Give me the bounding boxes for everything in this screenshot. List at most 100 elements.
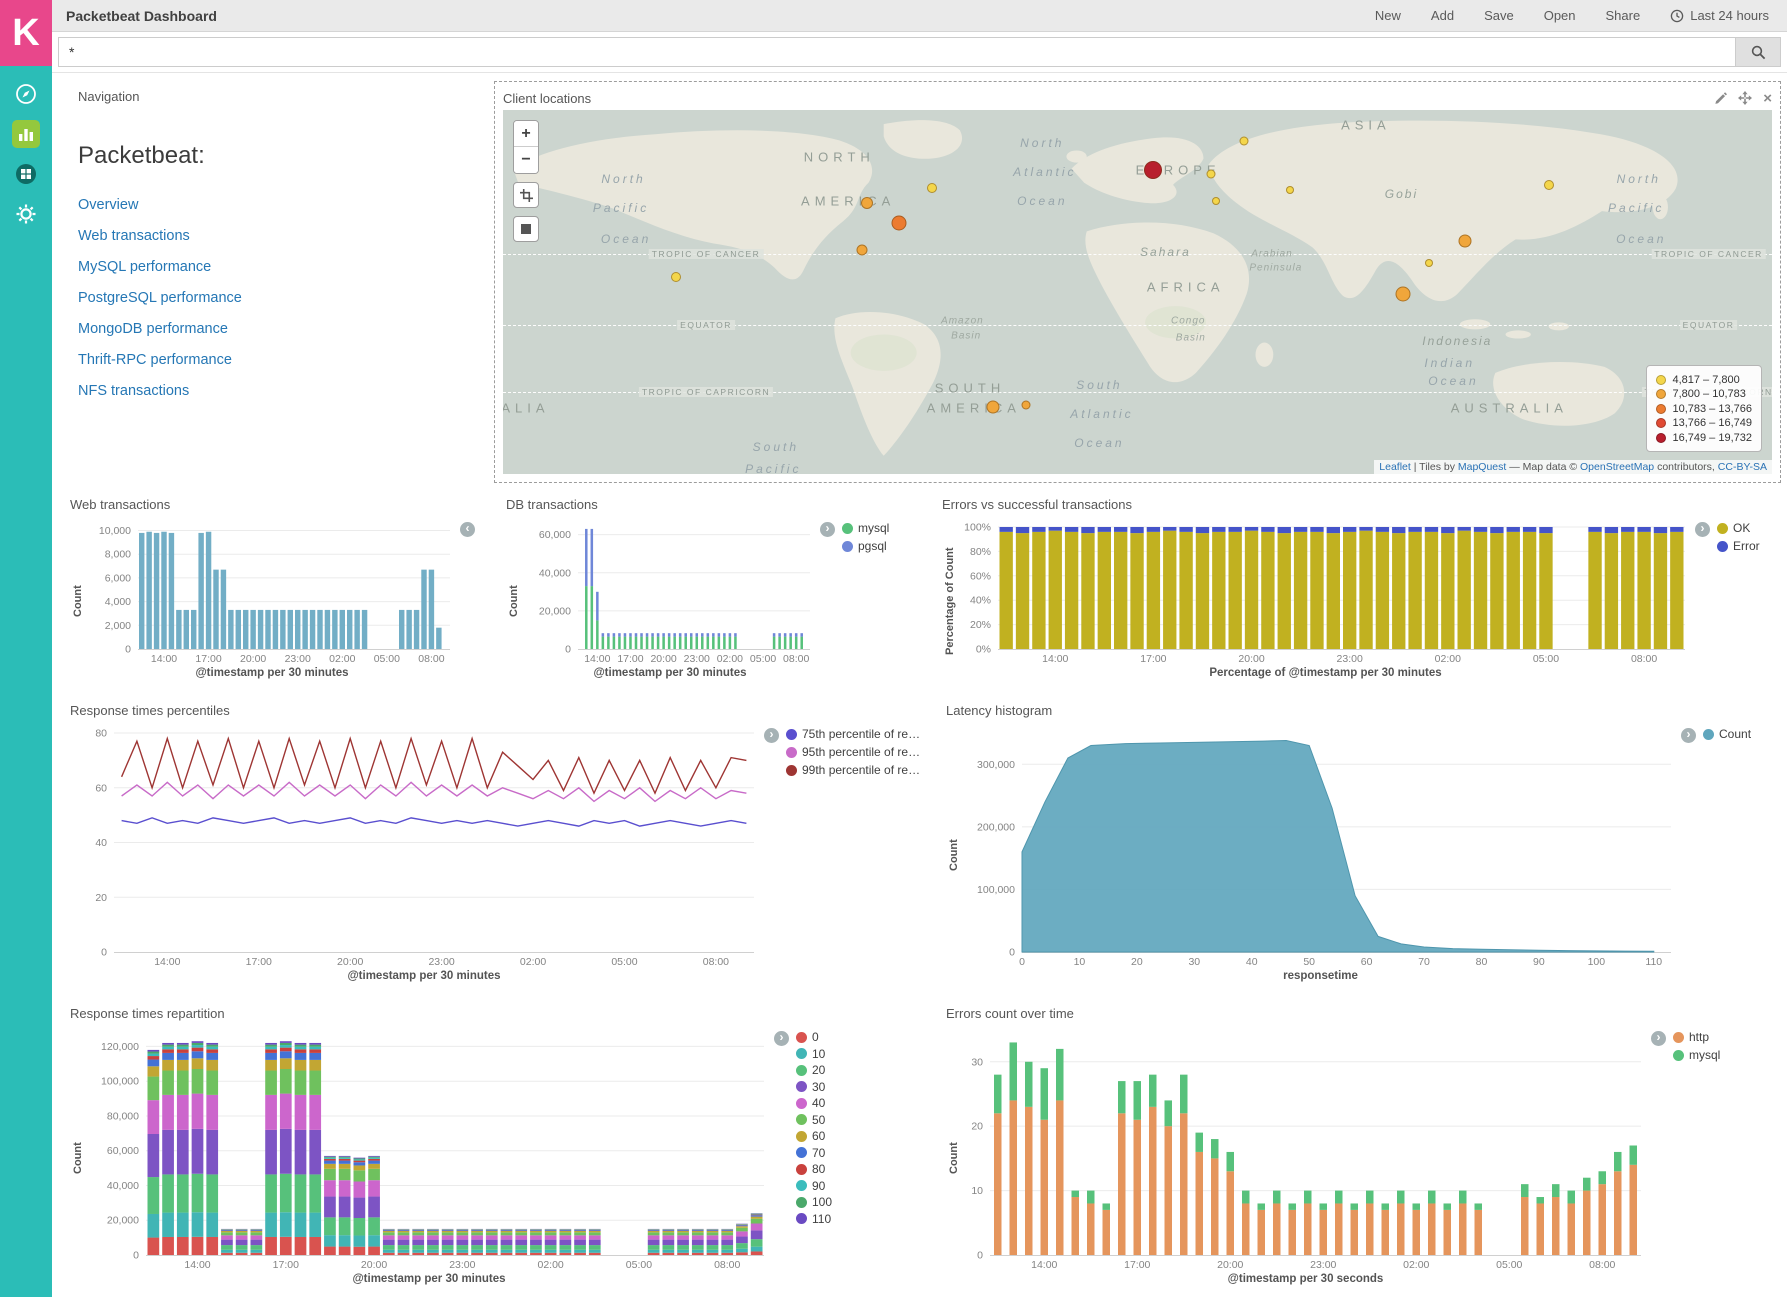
remove-panel-icon[interactable]: × — [1763, 91, 1772, 106]
legend-item[interactable]: 40 — [796, 1096, 922, 1110]
legend-item[interactable]: 0 — [796, 1030, 922, 1044]
web-transactions-chart[interactable]: 02,0004,0006,0008,00010,00014:0017:0020:… — [86, 519, 458, 667]
mapquest-link[interactable]: MapQuest — [1458, 461, 1506, 473]
client-location-dot[interactable] — [1212, 197, 1220, 205]
legend-item[interactable]: 99th percentile of res... — [786, 763, 922, 777]
client-location-dot[interactable] — [1240, 136, 1249, 145]
nav-link-item: NFS transactions — [78, 382, 482, 400]
menu-save[interactable]: Save — [1484, 8, 1514, 23]
latitude-line-label: TROPIC OF CAPRICORN — [639, 387, 773, 397]
legend-expand-icon[interactable]: › — [1681, 728, 1696, 743]
legend-item[interactable]: 70 — [796, 1146, 922, 1160]
nav-link-mongodb-performance[interactable]: MongoDB performance — [78, 321, 228, 337]
legend-item[interactable]: http — [1673, 1030, 1769, 1044]
errors-count-chart[interactable]: 010203014:0017:0020:0023:0002:0005:0008:… — [962, 1028, 1649, 1273]
legend-item[interactable]: mysql — [842, 521, 918, 535]
client-location-dot[interactable] — [891, 215, 906, 230]
legend-item[interactable]: Error — [1717, 539, 1769, 553]
world-map[interactable]: TROPIC OF CANCERTROPIC OF CANCEREQUATORE… — [503, 110, 1772, 474]
license-link[interactable]: CC-BY-SA — [1718, 461, 1767, 473]
nav-link-thrift-rpc-performance[interactable]: Thrift-RPC performance — [78, 352, 232, 368]
client-location-dot[interactable] — [671, 272, 681, 282]
legend-item[interactable]: OK — [1717, 521, 1769, 535]
panel-web-transactions: Web transactions Count 02,0004,0006,0008… — [58, 491, 494, 689]
client-location-dot[interactable] — [861, 197, 873, 209]
response-percentiles-chart[interactable]: 02040608014:0017:0020:0023:0002:0005:000… — [86, 725, 762, 970]
svg-text:20,000: 20,000 — [107, 1215, 139, 1227]
legend-item[interactable]: mysql — [1673, 1048, 1769, 1062]
legend-item[interactable]: 80 — [796, 1162, 922, 1176]
latitude-line-label: EQUATOR — [677, 320, 735, 330]
nav-link-mysql-performance[interactable]: MySQL performance — [78, 259, 211, 275]
map-legend-color-dot — [1656, 389, 1666, 399]
db-transactions-legend: › mysql pgsql — [818, 519, 918, 683]
nav-link-overview[interactable]: Overview — [78, 197, 138, 213]
client-location-dot[interactable] — [927, 183, 937, 193]
menu-open[interactable]: Open — [1544, 8, 1576, 23]
svg-text:30: 30 — [1188, 956, 1200, 968]
legend-item[interactable]: pgsql — [842, 539, 918, 553]
menu-new[interactable]: New — [1375, 8, 1401, 23]
zoom-out-button[interactable]: − — [514, 147, 538, 173]
legend-item[interactable]: 30 — [796, 1080, 922, 1094]
dashboard-icon[interactable] — [12, 160, 40, 188]
menu-share[interactable]: Share — [1606, 8, 1641, 23]
client-location-dot[interactable] — [986, 400, 999, 413]
legend-item[interactable]: 100 — [796, 1195, 922, 1209]
client-location-dot[interactable] — [1021, 400, 1030, 409]
legend-expand-icon[interactable]: › — [1651, 1031, 1666, 1046]
client-location-dot[interactable] — [1544, 180, 1554, 190]
client-location-dot[interactable] — [857, 245, 868, 256]
client-location-dot[interactable] — [1395, 286, 1410, 301]
response-repartition-chart[interactable]: 020,00040,00060,00080,000100,000120,0001… — [86, 1028, 772, 1273]
time-picker[interactable]: Last 24 hours — [1670, 8, 1769, 23]
map-legend-color-dot — [1656, 404, 1666, 414]
openstreetmap-link[interactable]: OpenStreetMap — [1580, 461, 1654, 473]
discover-compass-icon[interactable] — [12, 80, 40, 108]
legend-item[interactable]: 50 — [796, 1113, 922, 1127]
draw-rectangle-button[interactable] — [513, 216, 539, 242]
fit-bounds-crop-icon[interactable] — [513, 182, 539, 208]
client-location-dot[interactable] — [1144, 161, 1162, 179]
svg-text:17:00: 17:00 — [273, 1259, 299, 1271]
legend-item[interactable]: 60 — [796, 1129, 922, 1143]
client-location-dot[interactable] — [1458, 235, 1471, 248]
legend-expand-icon[interactable]: › — [1695, 522, 1710, 537]
svg-text:02:00: 02:00 — [717, 653, 743, 665]
edit-panel-icon[interactable] — [1714, 92, 1727, 105]
latency-histogram-chart[interactable]: 0100,000200,000300,000010203040506070809… — [962, 725, 1679, 970]
legend-expand-icon[interactable]: › — [764, 728, 779, 743]
legend-item[interactable]: 90 — [796, 1179, 922, 1193]
legend-item[interactable]: 75th percentile of res... — [786, 727, 922, 741]
legend-item[interactable]: 10 — [796, 1047, 922, 1061]
search-button[interactable] — [1735, 37, 1781, 67]
client-location-dot[interactable] — [1207, 169, 1216, 178]
nav-link-postgresql-performance[interactable]: PostgreSQL performance — [78, 290, 242, 306]
dashboard-row-2: Web transactions Count 02,0004,0006,0008… — [58, 491, 1781, 689]
dashboard-row-4: Response times repartition Count 020,000… — [58, 1000, 1781, 1295]
settings-gear-icon[interactable] — [12, 200, 40, 228]
svg-text:20%: 20% — [970, 619, 991, 631]
kibana-logo[interactable]: K — [0, 0, 52, 66]
svg-text:08:00: 08:00 — [1589, 1259, 1615, 1271]
zoom-in-button[interactable]: + — [514, 121, 538, 147]
db-transactions-chart[interactable]: 020,00040,00060,00014:0017:0020:0023:000… — [522, 519, 818, 667]
legend-item[interactable]: 110 — [796, 1212, 922, 1226]
map-legend-row: 4,817 – 7,800 — [1656, 374, 1752, 386]
search-input[interactable] — [58, 37, 1735, 67]
legend-item[interactable]: Count — [1703, 727, 1769, 741]
errors-vs-ok-chart[interactable]: 0%20%40%60%80%100%14:0017:0020:0023:0002… — [958, 519, 1693, 667]
leaflet-link[interactable]: Leaflet — [1379, 461, 1411, 473]
legend-collapse-icon[interactable]: ‹ — [460, 522, 475, 537]
menu-add[interactable]: Add — [1431, 8, 1454, 23]
nav-link-nfs-transactions[interactable]: NFS transactions — [78, 383, 189, 399]
nav-link-web-transactions[interactable]: Web transactions — [78, 228, 190, 244]
move-panel-icon[interactable] — [1738, 91, 1752, 105]
legend-expand-icon[interactable]: › — [820, 522, 835, 537]
legend-item[interactable]: 95th percentile of res... — [786, 745, 922, 759]
visualize-bar-chart-icon[interactable] — [12, 120, 40, 148]
legend-expand-icon[interactable]: › — [774, 1031, 789, 1046]
legend-item[interactable]: 20 — [796, 1063, 922, 1077]
client-location-dot[interactable] — [1286, 186, 1294, 194]
client-location-dot[interactable] — [1425, 259, 1433, 267]
